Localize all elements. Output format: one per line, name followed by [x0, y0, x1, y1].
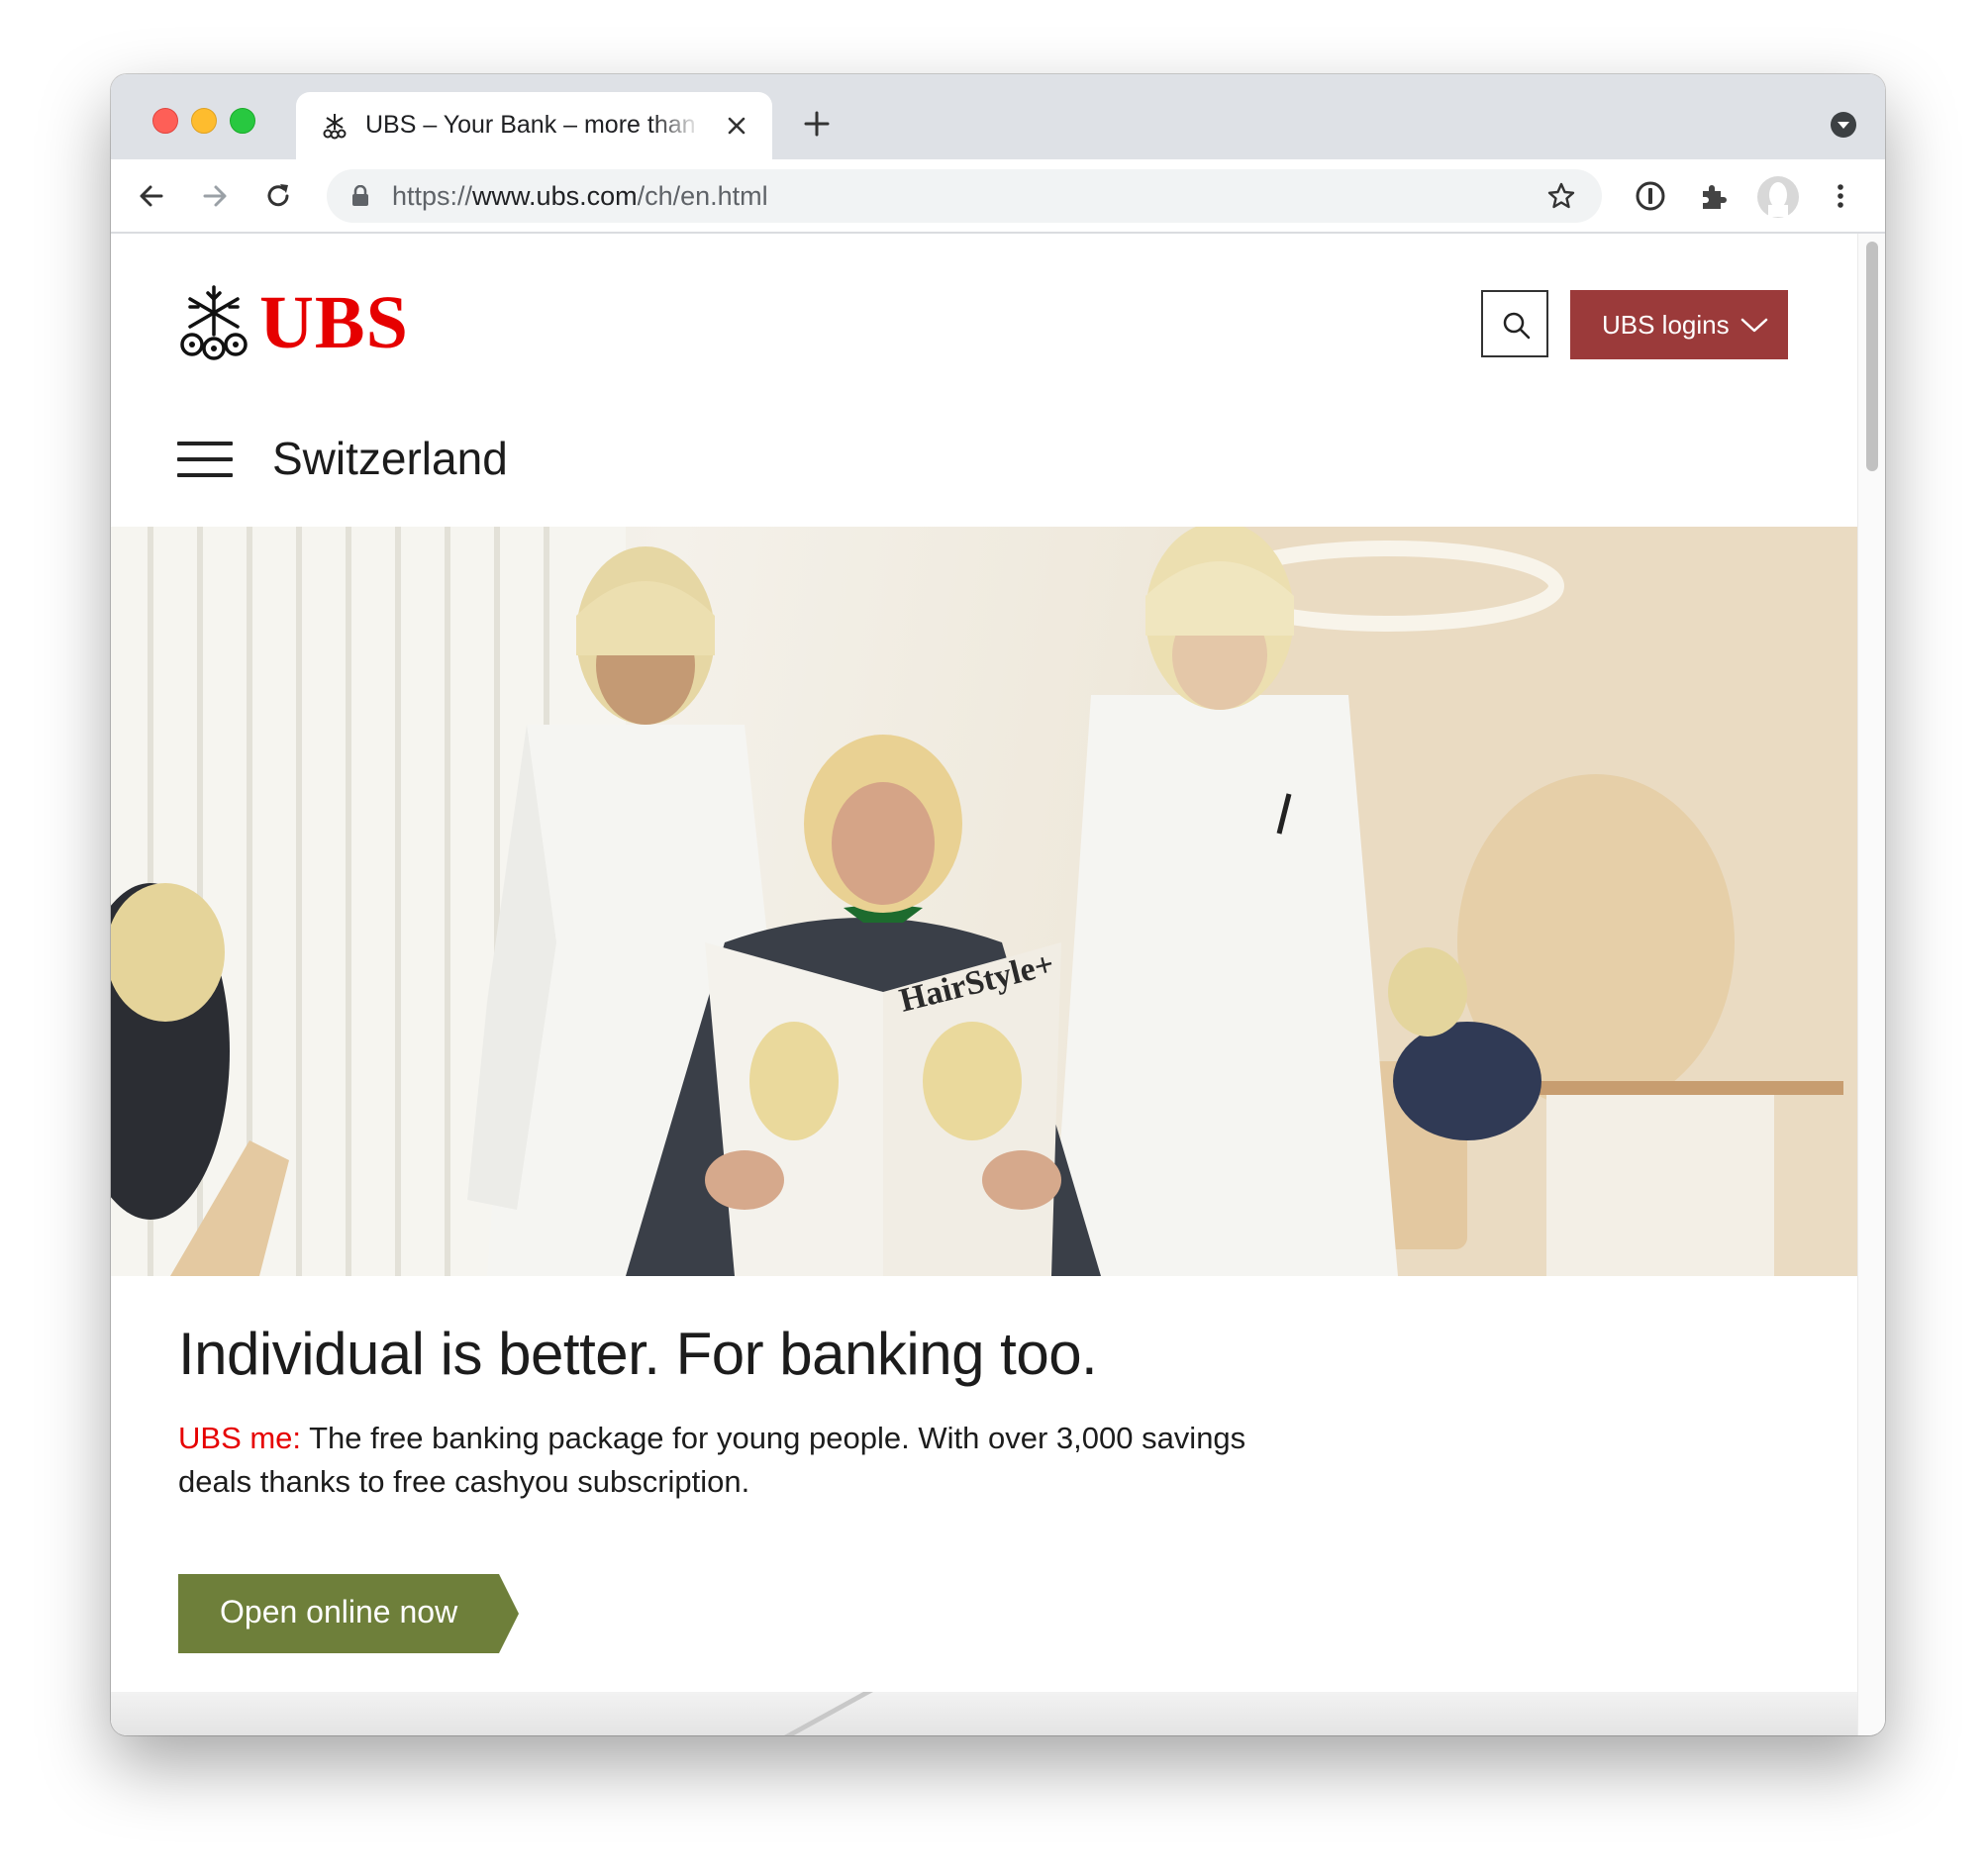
search-icon: [1503, 312, 1531, 340]
hero-image: HairStyle+: [111, 527, 1857, 1276]
ubs-logins-label: UBS logins: [1602, 310, 1730, 340]
url-path: /ch/en.html: [637, 181, 768, 211]
ubs-keys-icon: [180, 285, 248, 360]
url-text: https://www.ubs.com/ch/en.html: [392, 181, 768, 212]
reload-icon[interactable]: [261, 179, 295, 213]
extensions-puzzle-icon[interactable]: [1697, 179, 1731, 213]
page-viewport: UBS UBS logins Switzerland HairStyle+ In…: [111, 234, 1857, 1735]
open-online-now-button[interactable]: Open online now: [178, 1574, 519, 1653]
browser-toolbar: https://www.ubs.com/ch/en.html: [111, 159, 1885, 234]
url-scheme: https://: [392, 181, 473, 211]
password-manager-icon[interactable]: [1634, 179, 1667, 213]
browser-window: UBS – Your Bank – more than 150 years of…: [111, 74, 1885, 1735]
scrollbar-thumb[interactable]: [1866, 242, 1878, 471]
open-online-now-label: Open online now: [220, 1594, 458, 1629]
promo-headline: Individual is better. For banking too.: [178, 1321, 1098, 1387]
minimize-window-button[interactable]: [191, 108, 217, 134]
forward-arrow-icon[interactable]: [198, 179, 232, 213]
back-arrow-icon[interactable]: [135, 179, 168, 213]
page-scrollbar[interactable]: [1857, 234, 1885, 1735]
country-selector[interactable]: Switzerland: [272, 432, 508, 485]
ubs-logins-button[interactable]: UBS logins: [1570, 290, 1788, 359]
browser-tab-active[interactable]: UBS – Your Bank – more than 150 years of…: [296, 92, 772, 159]
close-window-button[interactable]: [152, 108, 178, 134]
tab-strip: UBS – Your Bank – more than 150 years of…: [111, 74, 1885, 159]
promo-description-text: The free banking package for young peopl…: [178, 1421, 1246, 1499]
tab-title: UBS – Your Bank – more than 150 years of…: [365, 111, 702, 139]
tab-search-icon[interactable]: [1829, 110, 1858, 140]
ubs-logo[interactable]: UBS: [176, 283, 408, 362]
ubs-keys-icon: [323, 114, 347, 140]
next-section-preview: [111, 1692, 1857, 1735]
url-host: www.ubs.com: [472, 181, 638, 211]
next-section-illustration: [784, 1692, 873, 1735]
new-tab-plus-icon[interactable]: [802, 109, 832, 139]
zoom-window-button[interactable]: [230, 108, 255, 134]
more-vertical-icon[interactable]: [1824, 179, 1857, 213]
logo-wordmark: UBS: [259, 281, 409, 364]
hero-illustration: HairStyle+: [111, 527, 1857, 1276]
menu-hamburger-icon[interactable]: [177, 440, 233, 479]
product-name-link[interactable]: UBS me:: [178, 1421, 301, 1455]
search-button[interactable]: [1481, 290, 1548, 357]
bookmark-star-icon[interactable]: [1546, 181, 1576, 211]
address-bar[interactable]: https://www.ubs.com/ch/en.html: [327, 169, 1602, 223]
close-tab-icon[interactable]: [724, 113, 749, 139]
lock-icon: [352, 185, 368, 206]
chevron-down-icon: [1740, 318, 1768, 333]
profile-avatar-icon[interactable]: [1756, 175, 1800, 219]
promo-description: UBS me: The free banking package for you…: [178, 1417, 1317, 1504]
